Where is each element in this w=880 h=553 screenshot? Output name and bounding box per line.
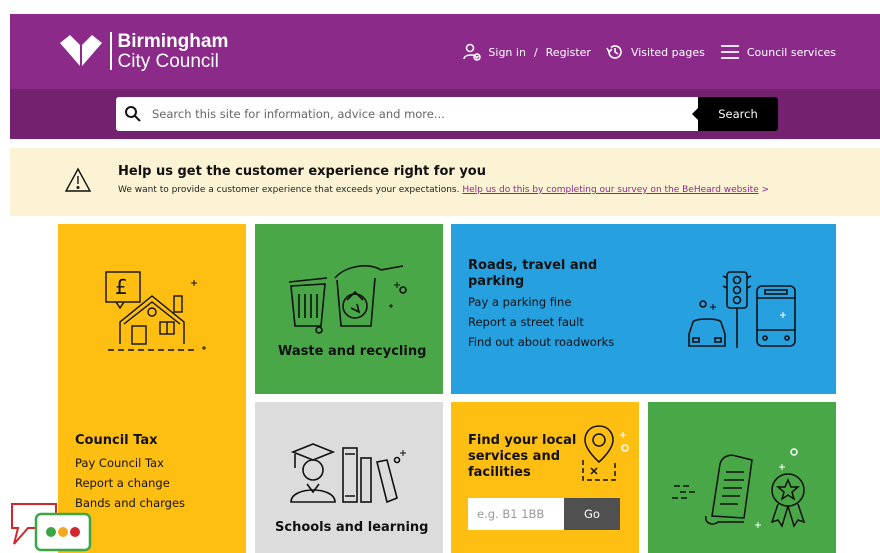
council-tax-title[interactable]: Council Tax [75,433,157,449]
register-link[interactable]: Register [546,46,591,59]
postcode-search: Go [468,498,620,530]
heart-logo-icon [60,35,102,66]
council-services-label: Council services [746,45,836,59]
menu-icon [720,45,739,59]
history-icon [606,45,622,59]
search-box [116,97,698,131]
roads-travel-tile[interactable]: Roads, travel and parking Pay a parking … [451,224,836,394]
site-header: Birmingham City Council Sign in / Regist… [10,14,880,139]
graduate-books-icon [290,443,406,504]
go-button[interactable]: Go [564,498,620,530]
visited-pages-label: Visited pages [630,45,705,59]
schools-learning-tile[interactable]: Schools and learning [255,402,443,553]
survey-link[interactable]: Help us do this by completing our survey… [462,185,758,195]
recycling-bins-icon [288,265,407,334]
find-local-services-tile: Find your local services and facilities … [451,402,639,553]
council-tax-link-change[interactable]: Report a change [75,476,170,490]
page: Birmingham City Council Sign in / Regist… [0,0,880,553]
house-pound-icon: £ [105,271,206,351]
warning-icon [64,167,92,192]
roads-link-parking-fine[interactable]: Pay a parking fine [468,295,571,309]
roads-title-line1[interactable]: Roads, travel and [468,258,597,274]
logo-text: Birmingham City Council [118,32,229,71]
alert-text: We want to provide a customer experience… [118,185,460,195]
schools-learning-title[interactable]: Schools and learning [275,520,429,536]
find-title-line2: services and [468,449,561,464]
logo-line1: Birmingham [117,30,229,52]
postcode-input[interactable] [468,498,564,530]
traffic-transport-icon [688,271,796,348]
visited-pages-link[interactable]: Visited pages [605,42,705,62]
search-input[interactable] [150,98,698,130]
roads-link-roadworks[interactable]: Find out about roadworks [468,335,614,349]
svg-text:£: £ [115,275,128,299]
roads-link-street-fault[interactable]: Report a street fault [468,315,584,329]
waste-recycling-tile[interactable]: Waste and recycling [255,224,443,394]
search-bar: Search [116,97,778,131]
certificate-award-icon [672,448,806,528]
user-icon [463,43,482,61]
search-button[interactable]: Search [692,97,778,131]
council-tax-link-pay[interactable]: Pay Council Tax [75,456,164,470]
roads-title-line2[interactable]: parking [468,274,524,290]
logo-divider [110,32,112,70]
alert-title: Help us get the customer experience righ… [118,164,486,179]
council-services-menu[interactable]: Council services [719,43,836,61]
feedback-chat-icon[interactable] [6,500,92,553]
sign-in-group: Sign in / Register [462,42,591,62]
site-logo[interactable]: Birmingham City Council [58,31,228,71]
sign-in-link[interactable]: Sign in [488,46,526,59]
certificates-tile[interactable] [648,402,836,553]
find-title-line3: facilities [468,465,531,480]
header-nav: Sign in / Register Visited pages Council… [462,42,836,62]
map-pin-icon [582,425,629,481]
waste-recycling-title[interactable]: Waste and recycling [278,344,426,360]
logo-line2: City Council [117,50,219,72]
search-icon [125,106,141,122]
survey-alert: Help us get the customer experience righ… [10,148,880,216]
chevron-right-icon: > [761,185,770,195]
alert-body: We want to provide a customer experience… [118,185,769,195]
find-title-line1: Find your local [468,433,577,448]
nav-separator: / [533,45,538,59]
